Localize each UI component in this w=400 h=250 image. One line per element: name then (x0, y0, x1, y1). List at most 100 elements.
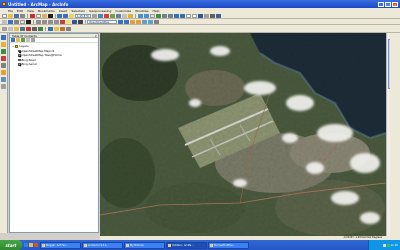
toolbox-icon[interactable] (104, 13, 109, 18)
find-icon[interactable] (203, 13, 209, 18)
fixed-zoom-in-icon[interactable] (161, 13, 167, 18)
security-icon[interactable] (386, 243, 390, 247)
line-color-icon[interactable] (71, 19, 77, 24)
layer-visibility-checkbox[interactable] (18, 58, 21, 61)
zoom-in-icon[interactable] (137, 13, 143, 18)
refresh-icon[interactable] (59, 26, 65, 31)
menu-edit[interactable]: Edit (17, 9, 23, 13)
georeference-icon[interactable] (118, 19, 123, 24)
start-button[interactable]: start (0, 240, 22, 250)
hyperlink-icon[interactable] (215, 13, 221, 18)
toc-options-icon[interactable] (31, 38, 35, 42)
taskbar-button-active[interactable]: Untitled - ArcMa... (166, 241, 207, 249)
list-by-selection-icon[interactable] (26, 38, 30, 42)
text-icon[interactable] (26, 19, 31, 24)
browser-icon[interactable] (24, 243, 28, 247)
vertex-icon[interactable] (14, 26, 19, 31)
paste-icon[interactable] (41, 13, 47, 18)
layer-visibility-checkbox[interactable] (18, 49, 21, 52)
taskbar-button[interactable]: Microsoft Office... (208, 241, 249, 249)
fixed-zoom-out-icon[interactable] (167, 13, 173, 18)
previous-extent-icon[interactable] (173, 13, 179, 18)
font-color-icon[interactable] (59, 19, 65, 24)
rotate-icon[interactable] (14, 19, 19, 24)
arctoolbox-tool-icon[interactable] (1, 70, 6, 75)
zoom-tool-icon[interactable] (1, 35, 6, 40)
font-icon[interactable] (35, 19, 41, 24)
snapping-icon[interactable] (32, 26, 37, 31)
search-icon[interactable] (116, 13, 121, 18)
select-features-icon[interactable] (185, 13, 191, 18)
delete-icon[interactable] (47, 13, 53, 18)
search-tool-icon[interactable] (1, 49, 6, 54)
menu-geoprocessing[interactable]: Geoprocessing (89, 9, 111, 13)
undo-icon[interactable] (57, 13, 62, 18)
flicker-icon[interactable] (142, 19, 147, 24)
transparency-icon[interactable] (148, 19, 153, 24)
map-view[interactable] (100, 33, 386, 236)
arrow-icon[interactable] (8, 19, 13, 24)
menu-view[interactable]: View (27, 9, 34, 13)
menu-file[interactable]: File (8, 9, 13, 13)
settings-tool-icon[interactable] (1, 84, 6, 89)
menu-help[interactable]: Help (153, 9, 160, 13)
toc-close-button[interactable]: × (95, 34, 97, 38)
model-builder-icon[interactable] (128, 13, 133, 18)
menu-customize[interactable]: Customize (115, 9, 131, 13)
layer-visibility-checkbox[interactable] (18, 54, 21, 57)
clock[interactable]: 11:20 (391, 244, 398, 247)
layer-visibility-checkbox[interactable] (18, 63, 21, 66)
save-icon[interactable] (14, 13, 19, 18)
catalog-tool-icon[interactable] (1, 42, 6, 47)
italic-icon[interactable] (47, 19, 53, 24)
pan-hand-icon[interactable] (149, 13, 155, 18)
catalog-icon[interactable] (110, 13, 115, 18)
swipe-icon[interactable] (136, 19, 141, 24)
network-icon[interactable] (382, 243, 386, 247)
layer-tool-icon[interactable] (1, 77, 6, 82)
copy-icon[interactable] (35, 13, 41, 18)
zoom-out-icon[interactable] (143, 13, 149, 18)
list-by-drawing-order-icon[interactable] (11, 38, 15, 42)
draw-icon[interactable] (2, 19, 7, 24)
taskbar-button[interactable]: ArcGis for 9.3.1... (82, 241, 123, 249)
cut-icon[interactable] (29, 13, 35, 18)
menu-selection[interactable]: Selection (71, 9, 85, 13)
editor-icon[interactable] (92, 13, 97, 18)
sketch-icon[interactable] (8, 26, 13, 31)
python-icon[interactable] (122, 13, 127, 18)
print-icon[interactable] (20, 13, 25, 18)
layer-row[interactable]: Bing Aerial (12, 62, 96, 67)
menu-insert[interactable]: Insert (59, 9, 68, 13)
redo-icon[interactable] (63, 13, 68, 18)
collapse-icon[interactable]: − (12, 44, 14, 48)
results-tool-icon[interactable] (1, 63, 6, 68)
add-data-icon[interactable] (69, 13, 74, 18)
layout-view-icon[interactable] (47, 26, 53, 31)
open-folder-icon[interactable] (8, 13, 13, 18)
marker-color-icon[interactable] (77, 19, 83, 24)
taskbar-button[interactable]: Blogger: Arif Fau... (40, 241, 81, 249)
editor-toolbar-icon[interactable] (2, 26, 7, 31)
contrast-icon[interactable] (154, 19, 159, 24)
media-icon[interactable] (34, 243, 38, 247)
menu-bookmarks[interactable]: Bookmarks (38, 9, 55, 13)
title-bar[interactable]: Untitled - ArcMap - ArcInfo _ □ × (0, 0, 400, 8)
select-elements-icon[interactable] (191, 13, 197, 18)
toolbox-tool-icon[interactable] (1, 56, 6, 61)
attributes-icon[interactable] (20, 26, 25, 31)
map-scale-input[interactable]: 1:15,370 (75, 13, 91, 18)
data-view-icon[interactable] (53, 26, 59, 31)
list-by-source-icon[interactable] (16, 38, 20, 42)
taskbar-button[interactable]: My Pictures (124, 241, 165, 249)
full-extent-icon[interactable] (155, 13, 161, 18)
stop-editing-icon[interactable] (26, 26, 31, 31)
close-button[interactable]: × (392, 1, 398, 7)
minimize-button[interactable]: _ (378, 1, 384, 7)
new-document-icon[interactable] (2, 13, 7, 18)
folder-icon[interactable] (29, 243, 33, 247)
pause-drawing-icon[interactable] (65, 26, 71, 31)
maximize-button[interactable]: □ (385, 1, 391, 7)
measure-icon[interactable] (209, 13, 215, 18)
table-icon[interactable] (98, 13, 103, 18)
